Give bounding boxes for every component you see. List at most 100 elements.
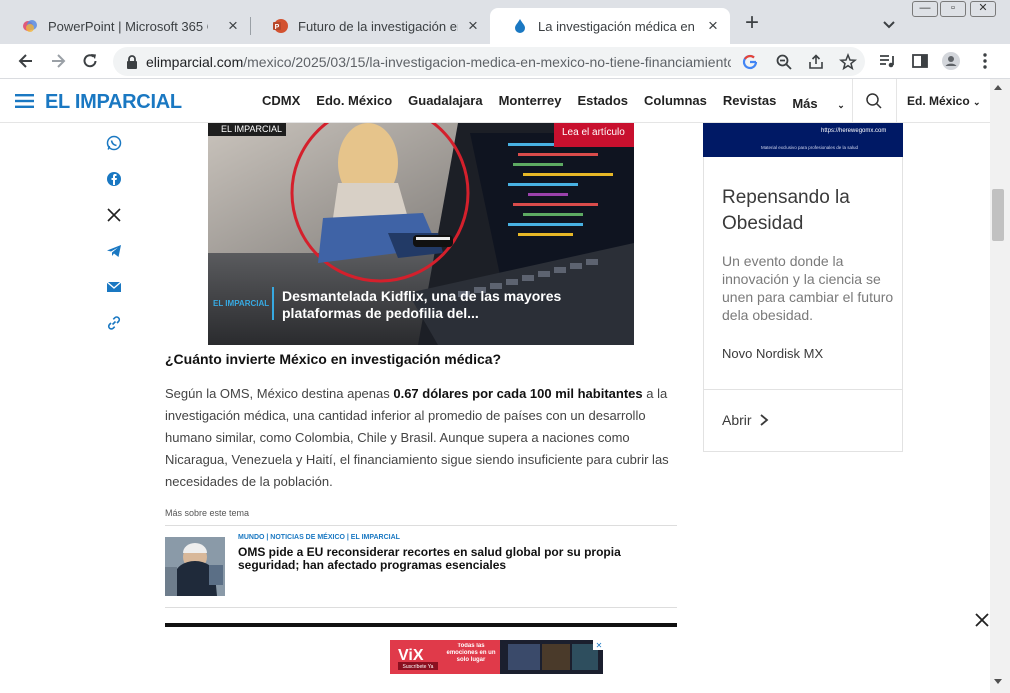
- address-bar[interactable]: elimparcial.com/mexico/2025/03/15/la-inv…: [113, 47, 865, 76]
- google-lens-icon[interactable]: [741, 53, 759, 71]
- ad-banner-top[interactable]: https://herewegomx.com Material exclusiv…: [703, 123, 903, 157]
- bottom-ad-graphic: ✕ ViX Suscríbete Ya Todas las emociones …: [390, 640, 603, 674]
- chevron-down-icon: ⌄: [973, 97, 981, 107]
- ad-open-label: Abrir: [722, 412, 752, 428]
- nav-guadalajara[interactable]: Guadalajara: [408, 93, 482, 111]
- ad-close-glyph: ✕: [596, 641, 603, 650]
- x-twitter-icon[interactable]: [105, 206, 123, 224]
- chevron-down-icon: ⌄: [837, 100, 845, 110]
- image-caption-bar[interactable]: EL IMPARCIAL Desmantelada Kidflix, una d…: [208, 282, 634, 322]
- close-tab-icon[interactable]: ×: [464, 17, 482, 35]
- nav-edo-mexico[interactable]: Edo. México: [316, 93, 392, 111]
- sidebar-ad-card[interactable]: Repensando la Obesidad Un evento donde l…: [703, 157, 903, 452]
- related-category[interactable]: MUNDO | NOTICIAS DE MÉXICO | EL IMPARCIA…: [238, 534, 400, 541]
- forward-arrow-icon[interactable]: [48, 51, 68, 71]
- bottom-ad-sub: Suscríbete Ya: [403, 664, 434, 670]
- divider: [165, 525, 677, 526]
- edition-label: Ed. México: [907, 94, 970, 108]
- zoom-icon[interactable]: [775, 53, 793, 71]
- ad-advertiser: Novo Nordisk MX: [722, 346, 824, 361]
- minimize-window-button[interactable]: —: [912, 1, 938, 17]
- site-nav: CDMX Edo. México Guadalajara Monterrey E…: [262, 93, 877, 111]
- tab-label: PowerPoint | Microsoft 365 Copilot: [48, 18, 208, 34]
- close-tab-icon[interactable]: ×: [704, 17, 722, 35]
- read-article-button[interactable]: Lea el artículo: [554, 123, 634, 147]
- back-arrow-icon[interactable]: [16, 51, 36, 71]
- bottom-ad-tagline: Todas las emociones en un solo lugar: [446, 643, 496, 663]
- image-caption: Desmantelada Kidflix, una de las mayores…: [282, 288, 562, 321]
- paragraph-text: Según la OMS, México destina apenas: [165, 386, 394, 401]
- telegram-icon[interactable]: [105, 242, 123, 260]
- nav-revistas[interactable]: Revistas: [723, 93, 776, 111]
- tab-investigacion-medica[interactable]: La investigación médica en México ×: [490, 8, 730, 44]
- bookmark-star-icon[interactable]: [839, 53, 857, 71]
- tab-futuro-investigacion[interactable]: P Futuro de la investigación en México ×: [250, 8, 490, 44]
- ad-open-button[interactable]: Abrir: [722, 412, 770, 428]
- related-photo: [165, 537, 225, 596]
- close-window-button[interactable]: ✕: [970, 1, 996, 17]
- bottom-ad-banner[interactable]: ✕ ViX Suscríbete Ya Todas las emociones …: [390, 640, 603, 674]
- related-thumbnail[interactable]: [165, 537, 225, 596]
- facebook-icon[interactable]: [105, 170, 123, 188]
- section-heading: ¿Cuánto invierte México en investigación…: [165, 351, 502, 367]
- hamburger-menu-icon[interactable]: [15, 94, 34, 108]
- paragraph-emphasis: 0.67 dólares por cada 100 mil habitantes: [393, 386, 643, 401]
- site-logo[interactable]: EL IMPARCIAL: [45, 91, 182, 114]
- ad-url: https://herewegomx.com: [821, 128, 887, 134]
- header-divider: [896, 79, 897, 122]
- bottom-ad-brand: ViX: [398, 647, 424, 664]
- nav-mas[interactable]: Más ⌄: [792, 96, 860, 111]
- related-article-link[interactable]: OMS pide a EU reconsiderar recortes en s…: [238, 546, 658, 572]
- close-ad-icon[interactable]: [973, 611, 991, 629]
- edition-selector[interactable]: Ed. México ⌄: [907, 94, 981, 108]
- url-text[interactable]: elimparcial.com/mexico/2025/03/15/la-inv…: [146, 54, 731, 70]
- browser-window: PowerPoint | Microsoft 365 Copilot × P F…: [0, 0, 1010, 693]
- ad-description: Un evento donde la innovación y la cienc…: [722, 253, 894, 323]
- scroll-down-arrow-icon[interactable]: [994, 679, 1002, 684]
- copy-link-icon[interactable]: [105, 314, 123, 332]
- scroll-up-arrow-icon[interactable]: [994, 85, 1002, 90]
- copilot-icon: [23, 20, 37, 32]
- profile-avatar-icon[interactable]: [941, 51, 961, 71]
- search-icon[interactable]: [865, 92, 883, 110]
- paragraph-text: a la investigación médica, una cantidad …: [165, 386, 669, 489]
- site-favicon: [515, 19, 525, 33]
- caption-divider: [272, 287, 274, 320]
- header-divider: [852, 79, 853, 122]
- ad-disclaimer: Material exclusivo para profesionales de…: [761, 145, 859, 150]
- powerpoint-icon: P: [273, 19, 288, 33]
- scrollbar-thumb[interactable]: [992, 189, 1004, 241]
- reload-icon[interactable]: [80, 51, 100, 71]
- chevron-right-icon: [759, 414, 768, 426]
- close-tab-icon[interactable]: ×: [224, 17, 242, 35]
- media-control-icon[interactable]: [877, 51, 897, 71]
- share-icon[interactable]: [807, 53, 825, 71]
- url-host: elimparcial.com: [146, 54, 244, 70]
- divider: [165, 607, 677, 608]
- maximize-window-button[interactable]: ▫: [940, 1, 966, 17]
- whatsapp-icon[interactable]: [105, 134, 123, 152]
- article-paragraph: Según la OMS, México destina apenas 0.67…: [165, 383, 677, 493]
- nav-monterrey[interactable]: Monterrey: [499, 93, 562, 111]
- lock-icon[interactable]: [123, 53, 141, 71]
- image-badge: EL IMPARCIAL: [208, 123, 286, 136]
- nav-estados[interactable]: Estados: [577, 93, 628, 111]
- site-header: EL IMPARCIAL CDMX Edo. México Guadalajar…: [0, 79, 990, 123]
- tab-label: Futuro de la investigación en México: [298, 18, 458, 34]
- new-tab-button[interactable]: +: [740, 11, 764, 36]
- nav-columnas[interactable]: Columnas: [644, 93, 707, 111]
- embed-top-bar: [165, 623, 677, 627]
- tab-powerpoint-copilot[interactable]: PowerPoint | Microsoft 365 Copilot ×: [0, 8, 250, 44]
- related-section-label: Más sobre este tema: [165, 508, 250, 518]
- browser-toolbar: elimparcial.com/mexico/2025/03/15/la-inv…: [0, 44, 1010, 79]
- email-icon[interactable]: [105, 278, 123, 296]
- divider: [704, 389, 902, 390]
- ad-title: Repensando la Obesidad: [722, 187, 850, 234]
- page-scrollbar[interactable]: [990, 79, 1010, 693]
- side-panel-icon[interactable]: [910, 51, 930, 71]
- tab-label: La investigación médica en México: [538, 18, 698, 34]
- browser-menu-icon[interactable]: [975, 51, 995, 71]
- tab-search-chevron-icon[interactable]: [880, 16, 898, 34]
- nav-cdmx[interactable]: CDMX: [262, 93, 300, 111]
- svg-text:P: P: [275, 24, 280, 31]
